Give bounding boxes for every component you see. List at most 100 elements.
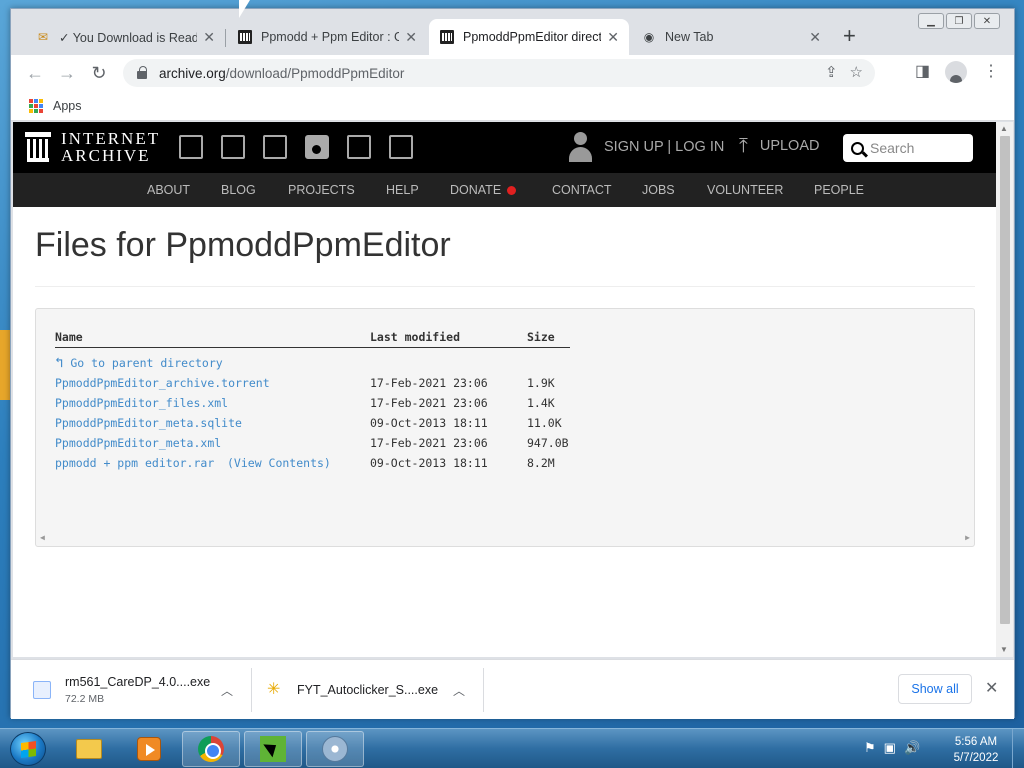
nav-people[interactable]: PEOPLE <box>814 183 864 197</box>
action-center-flag-icon[interactable]: ⚑ <box>864 740 876 756</box>
upload-label: UPLOAD <box>759 138 820 154</box>
file-listing: Name Last modified Size ↰ Go to parent d… <box>35 308 975 547</box>
download-size: 72.2 MB <box>65 693 105 705</box>
texts-book-icon[interactable] <box>221 135 245 159</box>
file-size: 11.0K <box>527 416 562 430</box>
close-tab-icon[interactable]: ✕ <box>809 29 821 46</box>
tab-ppmoddppmeditor-directory[interactable]: PpmoddPpmEditor direct ✕ <box>429 19 629 55</box>
close-tab-icon[interactable]: ✕ <box>203 29 215 46</box>
upload-icon: ⤒ <box>739 135 748 157</box>
window-controls: ▁ ❐ ✕ <box>916 13 1000 29</box>
show-all-button[interactable]: Show all <box>898 674 972 704</box>
bookmarks-bar: Apps <box>11 91 1014 121</box>
lock-icon <box>137 66 147 79</box>
download-filename: rm561_CareDP_4.0....exe <box>65 675 211 689</box>
nav-volunteer[interactable]: VOLUNTEER <box>707 183 783 197</box>
bookmark-star-icon[interactable]: ☆ <box>850 63 863 81</box>
close-window-button[interactable]: ✕ <box>974 13 1000 29</box>
taskbar-media-player[interactable] <box>120 731 178 767</box>
video-film-icon[interactable] <box>263 135 287 159</box>
file-size: 947.0B <box>527 436 569 450</box>
show-desktop-button[interactable] <box>1012 729 1024 768</box>
download-folder-icon: ✉ <box>37 30 49 44</box>
profile-button[interactable] <box>945 61 967 83</box>
close-tab-icon[interactable]: ✕ <box>405 29 417 46</box>
tab-title: New Tab <box>665 30 714 44</box>
tab-new-tab[interactable]: ◉ New Tab ✕ <box>631 19 831 55</box>
sign-up-log-in-link[interactable]: SIGN UP | LOG IN <box>604 139 724 155</box>
chevron-up-icon[interactable]: ︿ <box>453 682 465 699</box>
ia-upload[interactable]: ⤒ UPLOAD <box>739 135 820 157</box>
media-player-icon <box>137 737 161 761</box>
file-link[interactable]: PpmoddPpmEditor_meta.xml <box>55 436 221 450</box>
back-button[interactable]: ← <box>23 61 47 85</box>
column-header-name: Name <box>55 330 83 344</box>
close-shelf-icon[interactable]: ✕ <box>985 678 998 698</box>
minimize-button[interactable]: ▁ <box>918 13 944 29</box>
images-icon[interactable] <box>389 135 413 159</box>
bookmark-apps[interactable]: Apps <box>53 99 82 113</box>
search-placeholder: Search <box>870 140 915 156</box>
taskbar-explorer[interactable] <box>60 731 118 767</box>
file-link[interactable]: PpmoddPpmEditor_files.xml <box>55 396 228 410</box>
menu-kebab-icon[interactable]: ⋮ <box>983 61 999 81</box>
clock-time: 5:56 AM <box>954 736 998 748</box>
view-contents-link[interactable]: (View Contents) <box>227 456 331 470</box>
clock[interactable]: 5:56 AM 5/7/2022 <box>946 734 1006 766</box>
file-modified: 17-Feb-2021 23:06 <box>370 396 488 410</box>
ia-secondary-nav: ABOUT BLOG PROJECTS HELP DONATE CONTACT … <box>13 173 996 207</box>
software-floppy-icon[interactable] <box>347 135 371 159</box>
forward-button[interactable]: → <box>55 61 79 85</box>
nav-about[interactable]: ABOUT <box>147 183 190 197</box>
horizontal-scrollbar[interactable]: ◀ ▶ <box>40 533 970 542</box>
address-bar[interactable]: archive.org/download/PpmoddPpmEditor ⇪ ☆ <box>123 59 875 87</box>
file-link[interactable]: PpmoddPpmEditor_archive.torrent <box>55 376 270 390</box>
web-icon[interactable] <box>179 135 203 159</box>
network-icon[interactable]: ▣ <box>884 740 896 756</box>
new-tab-button[interactable]: + <box>843 25 856 47</box>
nav-donate-label: DONATE <box>450 183 502 197</box>
nav-help[interactable]: HELP <box>386 183 419 197</box>
nav-contact[interactable]: CONTACT <box>552 183 612 197</box>
close-tab-icon[interactable]: ✕ <box>607 29 619 46</box>
ia-logo[interactable]: INTERNET ARCHIVE <box>25 130 160 164</box>
scroll-up-icon[interactable]: ▲ <box>1000 124 1008 133</box>
scroll-right-icon[interactable]: ▶ <box>965 533 970 542</box>
tab-download-ready[interactable]: ✉ ✓ You Download is Ready ✕ <box>25 19 225 55</box>
start-button[interactable] <box>10 732 46 766</box>
nav-blog[interactable]: BLOG <box>221 183 256 197</box>
download-item[interactable]: ✳ FYT_Autoclicker_S....exe ︿ <box>267 660 481 720</box>
nav-jobs[interactable]: JOBS <box>642 183 675 197</box>
scroll-left-icon[interactable]: ◀ <box>40 533 45 542</box>
nav-donate[interactable]: DONATE <box>450 183 517 197</box>
ia-user-menu[interactable]: SIGN UP | LOG IN <box>568 132 724 162</box>
reload-button[interactable]: ↻ <box>87 61 111 85</box>
chevron-up-icon[interactable]: ︿ <box>221 682 233 699</box>
nav-projects[interactable]: PROJECTS <box>288 183 355 197</box>
maximize-button[interactable]: ❐ <box>946 13 972 29</box>
scroll-down-icon[interactable]: ▼ <box>1000 645 1008 654</box>
search-icon <box>851 141 864 155</box>
scrollbar-thumb[interactable] <box>1000 136 1010 624</box>
apps-grid-icon <box>29 98 43 113</box>
side-panel-icon[interactable]: ◨ <box>915 61 930 81</box>
file-size: 8.2M <box>527 456 555 470</box>
file-link[interactable]: PpmoddPpmEditor_meta.sqlite <box>55 416 242 430</box>
file-modified: 17-Feb-2021 23:06 <box>370 376 488 390</box>
avatar <box>945 61 967 83</box>
taskbar-chrome[interactable] <box>182 731 240 767</box>
ia-media-types <box>179 135 413 159</box>
file-link[interactable]: ppmodd + ppm editor.rar <box>55 456 214 470</box>
audio-speaker-icon[interactable] <box>305 135 329 159</box>
taskbar-installer[interactable] <box>306 731 364 767</box>
parent-directory-link[interactable]: ↰ Go to parent directory <box>55 355 223 371</box>
download-item[interactable]: rm561_CareDP_4.0....exe 72.2 MB ︿ <box>33 660 247 720</box>
column-header-size: Size <box>527 330 555 344</box>
tab-ppmodd-ppm-editor[interactable]: Ppmodd + Ppm Editor : G ✕ <box>227 19 427 55</box>
ia-search-input[interactable]: Search <box>843 134 973 162</box>
share-icon[interactable]: ⇪ <box>825 63 838 81</box>
tab-separator <box>225 29 226 47</box>
vertical-scrollbar[interactable]: ▲ ▼ <box>996 122 1013 657</box>
taskbar-autoclicker[interactable] <box>244 731 302 767</box>
volume-icon[interactable]: 🔊 <box>904 740 920 756</box>
